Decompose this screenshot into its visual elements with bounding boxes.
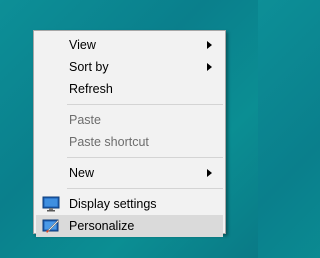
menu-item-personalize[interactable]: Personalize <box>36 215 223 237</box>
chevron-right-icon <box>205 162 213 184</box>
menu-item-label: Paste shortcut <box>69 135 149 149</box>
display-settings-icon <box>42 196 60 212</box>
chevron-right-icon <box>205 34 213 56</box>
menu-item-label: Refresh <box>69 82 113 96</box>
desktop-context-menu: View Sort by Refresh Paste Paste shortcu… <box>33 30 226 237</box>
menu-item-refresh[interactable]: Refresh <box>36 78 223 100</box>
menu-item-new[interactable]: New <box>36 162 223 184</box>
menu-item-label: Sort by <box>69 60 109 74</box>
menu-item-label: Personalize <box>69 219 135 233</box>
chevron-right-icon <box>205 56 213 78</box>
menu-item-label: Display settings <box>69 197 157 211</box>
menu-item-label: View <box>69 38 96 52</box>
menu-item-paste: Paste <box>36 109 223 131</box>
menu-item-sort-by[interactable]: Sort by <box>36 56 223 78</box>
menu-item-label: New <box>69 166 95 180</box>
menu-separator <box>67 157 223 158</box>
menu-item-label: Paste <box>69 113 101 127</box>
menu-separator <box>67 188 223 189</box>
menu-item-paste-shortcut: Paste shortcut <box>36 131 223 153</box>
menu-item-view[interactable]: View <box>36 34 223 56</box>
menu-separator <box>67 104 223 105</box>
menu-item-display-settings[interactable]: Display settings <box>36 193 223 215</box>
personalize-icon <box>42 218 60 234</box>
